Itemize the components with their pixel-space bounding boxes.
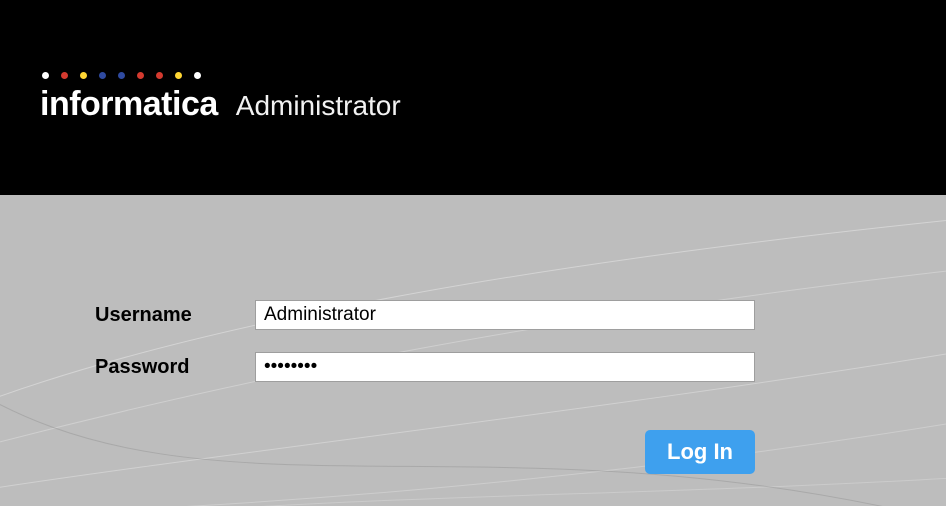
password-row: Password xyxy=(95,352,755,382)
body-area: Username Password Log In xyxy=(0,195,946,506)
username-label: Username xyxy=(95,304,255,327)
brand-dot-8 xyxy=(175,72,182,79)
brand-dot-9 xyxy=(194,72,201,79)
brand-dot-1 xyxy=(42,72,49,79)
brand-line: informatica Administrator xyxy=(40,85,401,124)
brand-dot-4 xyxy=(99,72,106,79)
brand-dot-6 xyxy=(137,72,144,79)
username-input[interactable] xyxy=(255,300,755,330)
brand-name: informatica xyxy=(40,85,218,124)
brand-dot-2 xyxy=(61,72,68,79)
brand-dot-7 xyxy=(156,72,163,79)
login-form: Username Password Log In xyxy=(95,300,755,474)
button-row: Log In xyxy=(95,430,755,474)
brand-dot-5 xyxy=(118,72,125,79)
brand-dot-3 xyxy=(80,72,87,79)
password-label: Password xyxy=(95,356,255,379)
header-bar: informatica Administrator xyxy=(0,0,946,195)
username-row: Username xyxy=(95,300,755,330)
login-button[interactable]: Log In xyxy=(645,430,755,474)
brand-dots-row xyxy=(42,72,401,79)
password-input[interactable] xyxy=(255,352,755,382)
brand-product: Administrator xyxy=(236,90,401,122)
brand-logo: informatica Administrator xyxy=(40,72,401,124)
